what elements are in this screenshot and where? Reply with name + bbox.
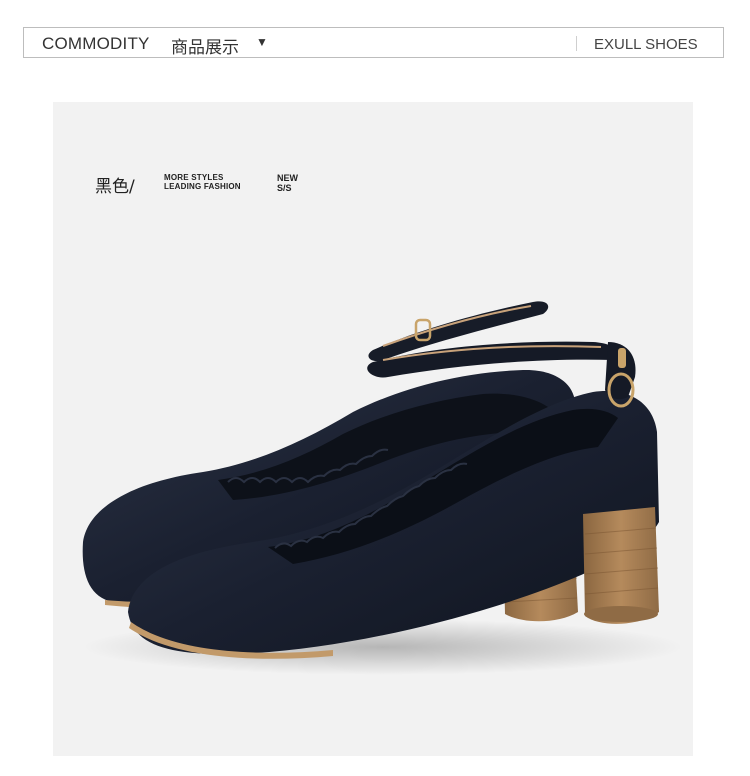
product-page: COMMODITY 商品展示 ▼ EXULL SHOES 黑色/ MORE ST…	[0, 0, 750, 776]
header-title-en: COMMODITY	[42, 34, 150, 53]
header-title-cn: 商品展示	[171, 38, 239, 57]
shoe-image	[82, 301, 683, 675]
brand-name: EXULL SHOES	[594, 36, 698, 53]
section-header: COMMODITY 商品展示 ▼ EXULL SHOES	[23, 27, 724, 58]
header-divider	[576, 36, 577, 51]
product-image-panel: 黑色/ MORE STYLES LEADING FASHION NEW S/S	[53, 102, 693, 756]
triangle-down-icon[interactable]: ▼	[256, 35, 268, 49]
